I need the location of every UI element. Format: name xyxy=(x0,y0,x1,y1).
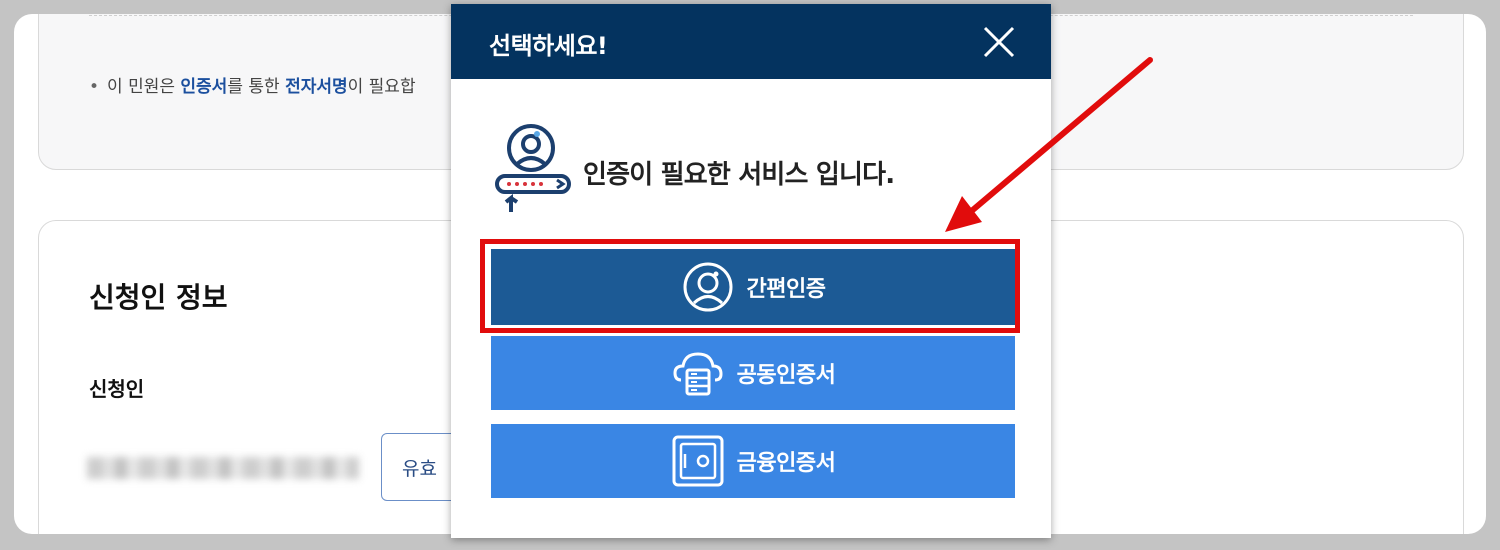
notice-emphasis-certificate: 인증서 xyxy=(180,77,228,97)
financial-certificate-button[interactable]: 금융인증서 xyxy=(491,424,1015,498)
applicant-value-redacted xyxy=(87,457,359,479)
cloud-server-icon xyxy=(673,352,723,396)
highlight-frame xyxy=(480,239,1020,333)
notice-text: • 이 민원은 인증서를 통한 전자서명이 필요합 xyxy=(89,77,416,97)
applicant-label: 신청인 xyxy=(89,377,145,401)
modal-header: 선택하세요! xyxy=(451,4,1051,79)
financial-certificate-label: 금융인증서 xyxy=(736,451,836,476)
safe-icon xyxy=(672,435,724,487)
auth-illustration-icon xyxy=(495,124,571,212)
close-icon xyxy=(983,26,1015,58)
joint-certificate-label: 공동인증서 xyxy=(736,363,836,388)
close-button[interactable] xyxy=(979,22,1019,62)
notice-emphasis-esign: 전자서명 xyxy=(285,77,348,97)
section-title: 신청인 정보 xyxy=(89,281,228,314)
bullet: • xyxy=(89,77,100,97)
auth-required-message: 인증이 필요한 서비스 입니다. xyxy=(583,160,895,190)
joint-certificate-button[interactable]: 공동인증서 xyxy=(491,336,1015,410)
modal-title: 선택하세요! xyxy=(489,32,608,60)
